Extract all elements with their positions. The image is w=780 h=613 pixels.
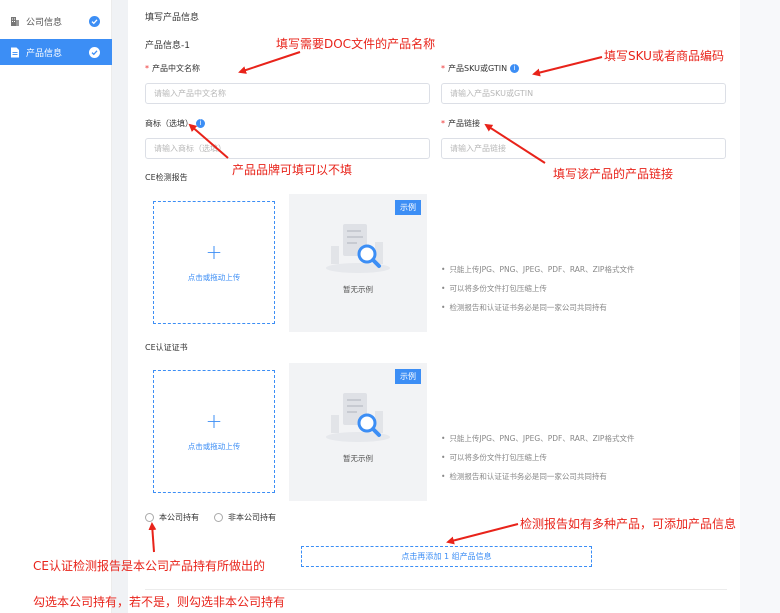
cn-name-label: * 产品中文名称 [145,64,200,73]
annotation-doc-name: 填写需要DOC文件的产品名称 [276,37,436,51]
radio-own[interactable]: 本公司持有 [145,512,199,523]
radio-circle[interactable] [145,513,154,522]
no-example-text: 暂无示例 [343,454,373,463]
upload-text: 点击或拖动上传 [187,273,241,282]
brand-label: 商标（选填） i [145,118,205,129]
example-tag[interactable]: 示例 [395,200,421,215]
building-icon [11,16,19,26]
tip-item: 可以将多份文件打包压缩上传 [441,279,634,298]
sku-label: * 产品SKU或GTIN i [441,63,520,74]
required-mark: * [441,119,445,128]
annotation-link: 填写该产品的产品链接 [553,167,674,181]
example-tag[interactable]: 示例 [395,369,421,384]
plus-icon: + [205,240,223,264]
required-mark: * [441,64,445,73]
no-example-text: 暂无示例 [343,285,373,294]
ce-report-tips: 只能上传JPG、PNG、JPEG、PDF、RAR、ZIP格式文件 可以将多份文件… [441,260,634,317]
sidebar-item-company-info[interactable]: 公司信息 [0,8,112,34]
ce-cert-label: CE认证证书 [145,343,188,352]
check-circle-icon [89,47,100,58]
ce-report-upload[interactable]: + 点击或拖动上传 [153,201,275,324]
link-label: * 产品链接 [441,119,480,128]
group-title: 产品信息-1 [145,41,190,51]
tip-item: 检测报告和认证证书务必是同一家公司共同持有 [441,467,634,486]
sku-input[interactable]: 请输入产品SKU或GTIN [441,83,726,104]
sidebar: 公司信息 产品信息 [0,0,112,613]
annotation-ce-line1: CE认证检测报告是本公司产品持有所做出的 [33,559,265,573]
ce-cert-example: 示例 暂无示例 [289,363,427,501]
info-icon[interactable]: i [510,64,520,73]
link-input[interactable]: 请输入产品链接 [441,138,726,159]
plus-icon: + [205,409,223,433]
sidebar-item-label: 公司信息 [26,17,63,28]
empty-document-icon [326,393,390,442]
section-title: 填写产品信息 [145,13,200,23]
tip-item: 可以将多份文件打包压缩上传 [441,448,634,467]
sidebar-item-product-info[interactable]: 产品信息 [0,39,112,65]
info-icon[interactable]: i [196,119,205,128]
divider [145,589,727,590]
right-margin [740,0,780,613]
check-circle-icon [89,16,100,27]
annotation-sku: 填写SKU或者商品编码 [604,49,724,63]
annotation-brand: 产品品牌可填可以不填 [232,163,353,177]
radio-circle[interactable] [214,513,223,522]
ce-report-label: CE检测报告 [145,173,188,182]
ce-report-example: 示例 暂无示例 [289,194,427,332]
ce-cert-upload[interactable]: + 点击或拖动上传 [153,370,275,493]
sidebar-item-label: 产品信息 [26,48,63,59]
tip-item: 只能上传JPG、PNG、JPEG、PDF、RAR、ZIP格式文件 [441,429,634,448]
add-product-group-button[interactable]: 点击再添加 1 组产品信息 [301,546,592,567]
empty-document-icon [326,224,390,273]
radio-other[interactable]: 非本公司持有 [214,512,276,523]
document-icon [11,47,19,57]
annotation-add-more: 检测报告如有多种产品，可添加产品信息 [520,517,737,531]
annotation-ce-line2: 勾选本公司持有，若不是，则勾选非本公司持有 [33,595,286,609]
cn-name-input[interactable]: 请输入产品中文名称 [145,83,430,104]
tip-item: 检测报告和认证证书务必是同一家公司共同持有 [441,298,634,317]
brand-input[interactable]: 请输入商标（选填） [145,138,430,159]
upload-text: 点击或拖动上传 [187,442,241,451]
ce-cert-tips: 只能上传JPG、PNG、JPEG、PDF、RAR、ZIP格式文件 可以将多份文件… [441,429,634,486]
tip-item: 只能上传JPG、PNG、JPEG、PDF、RAR、ZIP格式文件 [441,260,634,279]
required-mark: * [145,64,149,73]
